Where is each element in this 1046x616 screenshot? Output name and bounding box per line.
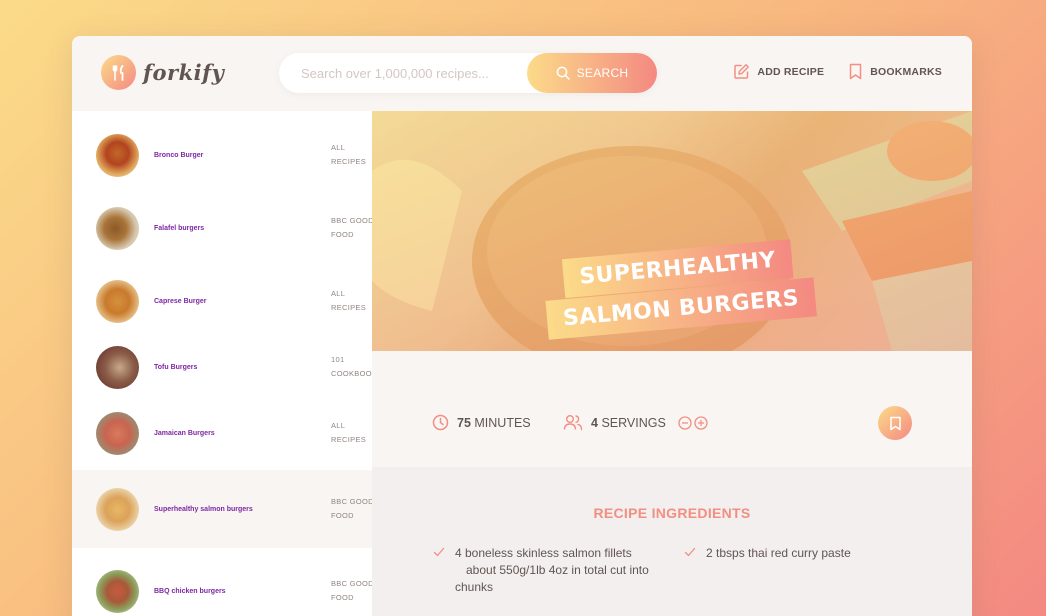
recipe-servings: 4 SERVINGS [563, 414, 708, 431]
result-thumbnail [96, 411, 139, 455]
ingredient-text: 4 boneless skinless salmon fillets about… [455, 545, 649, 596]
result-title: Superhealthy salmon burgers [154, 505, 253, 513]
ingredient-line: about 550g/1lb 4oz in total cut into [466, 563, 649, 577]
add-recipe-label: ADD RECIPE [757, 65, 825, 78]
ingredients-heading: RECIPE INGREDIENTS [593, 505, 751, 521]
decrease-servings-icon[interactable] [678, 415, 692, 430]
bookmarks-button[interactable]: BOOKMARKS [848, 63, 942, 80]
result-title: Jamaican Burgers [154, 429, 215, 437]
result-thumbnail [96, 487, 139, 531]
result-item[interactable]: BBQ chicken burgers BBC GOOD FOOD [72, 558, 374, 616]
results-spacer [72, 111, 372, 122]
fork-knife-icon [101, 55, 136, 90]
search-form: SEARCH [279, 53, 657, 93]
result-thumbnail [96, 206, 139, 250]
users-icon [563, 415, 583, 431]
bookmark-icon [849, 63, 862, 80]
header: forkify SEARCH ADD RECIPE [72, 36, 972, 111]
result-title: Falafel burgers [154, 224, 205, 232]
ingredient-line: 2 tbsps thai red curry paste [706, 546, 851, 560]
result-item-active[interactable]: Superhealthy salmon burgers BBC GOOD FOO… [72, 470, 374, 548]
recipe-minutes: 75 MINUTES [432, 414, 531, 431]
ingredient-text: 2 tbsps thai red curry paste [706, 545, 851, 562]
recipe-details: 75 MINUTES 4 SERVINGS [372, 351, 972, 467]
bookmark-recipe-button[interactable] [878, 406, 912, 440]
nav: ADD RECIPE BOOKMARKS [733, 63, 942, 80]
check-icon [684, 547, 696, 557]
minutes-value: 75 [457, 415, 471, 430]
result-title: BBQ chicken burgers [154, 587, 226, 595]
servings-value: 4 [591, 415, 598, 430]
app-container: forkify SEARCH ADD RECIPE [72, 36, 972, 616]
edit-icon [734, 64, 750, 79]
search-button-label: SEARCH [576, 66, 629, 80]
minutes-label: MINUTES [474, 415, 531, 430]
ingredient-line: chunks [455, 580, 494, 594]
bookmark-icon [889, 416, 901, 430]
result-item[interactable]: Falafel burgers BBC GOOD FOOD [72, 195, 374, 261]
result-title: Caprese Burger [154, 297, 207, 305]
recipe-ingredients: RECIPE INGREDIENTS 4 boneless skinless s… [372, 467, 972, 616]
result-thumbnail [96, 133, 139, 177]
result-thumbnail [96, 279, 139, 323]
result-item[interactable]: Tofu Burgers 101 COOKBOOKS [72, 334, 382, 400]
search-icon [556, 66, 570, 80]
logo-text: forkify [143, 60, 225, 85]
result-item[interactable]: Caprese Burger ALL RECIPES [72, 268, 372, 334]
search-input[interactable] [301, 65, 541, 81]
search-button[interactable]: SEARCH [527, 53, 657, 93]
result-item[interactable]: Bronco Burger ALL RECIPES [72, 122, 372, 188]
servings-label: SERVINGS [601, 415, 666, 430]
increase-servings-icon[interactable] [694, 415, 708, 430]
result-thumbnail [96, 345, 139, 389]
result-item[interactable]: Jamaican Burgers ALL RECIPES [72, 400, 372, 466]
check-icon [433, 547, 445, 557]
result-thumbnail [96, 569, 139, 613]
ingredient-line: 4 boneless skinless salmon fillets [455, 546, 632, 560]
result-title: Bronco Burger [154, 151, 204, 159]
add-recipe-button[interactable]: ADD RECIPE [733, 63, 824, 80]
search-results: Bronco Burger ALL RECIPES Falafel burger… [72, 111, 382, 616]
result-title: Tofu Burgers [154, 363, 198, 371]
bookmarks-label: BOOKMARKS [870, 65, 942, 78]
logo[interactable]: forkify [101, 55, 224, 90]
clock-icon [432, 414, 449, 431]
